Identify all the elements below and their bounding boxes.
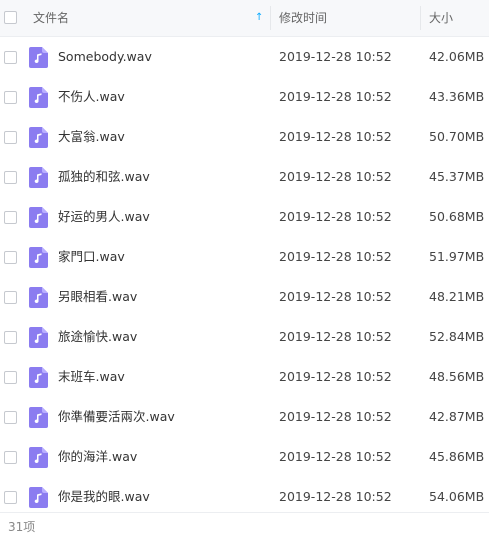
row-checkbox[interactable] xyxy=(4,251,17,264)
file-size: 50.68MB xyxy=(429,209,485,224)
music-file-icon xyxy=(29,287,48,308)
file-modified-time: 2019-12-28 10:52 xyxy=(279,329,392,344)
music-file-icon xyxy=(29,127,48,148)
file-row[interactable]: 家門口.wav 2019-12-28 10:52 51.97MB xyxy=(0,237,489,277)
file-size: 51.97MB xyxy=(429,249,485,264)
file-row[interactable]: 旅途愉快.wav 2019-12-28 10:52 52.84MB xyxy=(0,317,489,357)
file-size: 45.37MB xyxy=(429,169,485,184)
file-name[interactable]: Somebody.wav xyxy=(58,37,152,77)
row-checkbox[interactable] xyxy=(4,171,17,184)
list-header: 文件名 ↑ 修改时间 大小 xyxy=(0,0,489,37)
row-checkbox[interactable] xyxy=(4,371,17,384)
row-checkbox[interactable] xyxy=(4,131,17,144)
music-file-icon xyxy=(29,87,48,108)
file-size: 48.56MB xyxy=(429,369,485,384)
file-modified-time: 2019-12-28 10:52 xyxy=(279,129,392,144)
column-divider[interactable] xyxy=(270,6,271,30)
select-all-checkbox[interactable] xyxy=(4,11,17,24)
file-size: 42.87MB xyxy=(429,409,485,424)
file-modified-time: 2019-12-28 10:52 xyxy=(279,289,392,304)
file-row[interactable]: 你準備要活兩次.wav 2019-12-28 10:52 42.87MB xyxy=(0,397,489,437)
row-checkbox[interactable] xyxy=(4,51,17,64)
file-name[interactable]: 旅途愉快.wav xyxy=(58,317,137,357)
file-row[interactable]: 大富翁.wav 2019-12-28 10:52 50.70MB xyxy=(0,117,489,157)
music-file-icon xyxy=(29,167,48,188)
sort-ascending-icon[interactable]: ↑ xyxy=(255,0,263,36)
file-name[interactable]: 大富翁.wav xyxy=(58,117,125,157)
row-checkbox[interactable] xyxy=(4,451,17,464)
music-file-icon xyxy=(29,447,48,468)
column-divider[interactable] xyxy=(420,6,421,30)
music-file-icon xyxy=(29,47,48,68)
row-checkbox[interactable] xyxy=(4,331,17,344)
column-header-name[interactable]: 文件名 xyxy=(33,0,271,36)
file-modified-time: 2019-12-28 10:52 xyxy=(279,409,392,424)
file-size: 43.36MB xyxy=(429,89,485,104)
file-name[interactable]: 你是我的眼.wav xyxy=(58,477,150,517)
file-row[interactable]: 另眼相看.wav 2019-12-28 10:52 48.21MB xyxy=(0,277,489,317)
file-modified-time: 2019-12-28 10:52 xyxy=(279,49,392,64)
file-modified-time: 2019-12-28 10:52 xyxy=(279,209,392,224)
file-row[interactable]: 不伤人.wav 2019-12-28 10:52 43.36MB xyxy=(0,77,489,117)
file-row[interactable]: Somebody.wav 2019-12-28 10:52 42.06MB xyxy=(0,37,489,77)
file-name[interactable]: 好运的男人.wav xyxy=(58,197,150,237)
file-name[interactable]: 末班车.wav xyxy=(58,357,125,397)
music-file-icon xyxy=(29,327,48,348)
file-modified-time: 2019-12-28 10:52 xyxy=(279,489,392,504)
file-modified-time: 2019-12-28 10:52 xyxy=(279,169,392,184)
file-modified-time: 2019-12-28 10:52 xyxy=(279,89,392,104)
file-row[interactable]: 末班车.wav 2019-12-28 10:52 48.56MB xyxy=(0,357,489,397)
file-list: 文件名 ↑ 修改时间 大小 Somebody.wav 2019-12-28 10:… xyxy=(0,0,489,517)
music-file-icon xyxy=(29,247,48,268)
file-name[interactable]: 另眼相看.wav xyxy=(58,277,137,317)
file-row[interactable]: 好运的男人.wav 2019-12-28 10:52 50.68MB xyxy=(0,197,489,237)
item-count: 31项 xyxy=(8,520,36,534)
file-rows: Somebody.wav 2019-12-28 10:52 42.06MB 不伤人.w… xyxy=(0,37,489,517)
file-name[interactable]: 家門口.wav xyxy=(58,237,125,277)
file-row[interactable]: 你的海洋.wav 2019-12-28 10:52 45.86MB xyxy=(0,437,489,477)
row-checkbox[interactable] xyxy=(4,291,17,304)
music-file-icon xyxy=(29,407,48,428)
music-file-icon xyxy=(29,487,48,508)
file-row[interactable]: 你是我的眼.wav 2019-12-28 10:52 54.06MB xyxy=(0,477,489,517)
footer-divider xyxy=(0,512,489,513)
column-header-size[interactable]: 大小 xyxy=(429,0,489,36)
file-name[interactable]: 你的海洋.wav xyxy=(58,437,137,477)
file-size: 42.06MB xyxy=(429,49,485,64)
music-file-icon xyxy=(29,207,48,228)
row-checkbox[interactable] xyxy=(4,91,17,104)
file-modified-time: 2019-12-28 10:52 xyxy=(279,249,392,264)
row-checkbox[interactable] xyxy=(4,211,17,224)
file-name[interactable]: 你準備要活兩次.wav xyxy=(58,397,175,437)
file-name[interactable]: 孤独的和弦.wav xyxy=(58,157,150,197)
music-file-icon xyxy=(29,367,48,388)
column-header-modified[interactable]: 修改时间 xyxy=(279,0,419,36)
file-size: 48.21MB xyxy=(429,289,485,304)
file-modified-time: 2019-12-28 10:52 xyxy=(279,369,392,384)
file-size: 45.86MB xyxy=(429,449,485,464)
row-checkbox[interactable] xyxy=(4,411,17,424)
file-size: 50.70MB xyxy=(429,129,485,144)
file-name[interactable]: 不伤人.wav xyxy=(58,77,125,117)
file-size: 52.84MB xyxy=(429,329,485,344)
row-checkbox[interactable] xyxy=(4,491,17,504)
file-size: 54.06MB xyxy=(429,489,485,504)
file-modified-time: 2019-12-28 10:52 xyxy=(279,449,392,464)
file-row[interactable]: 孤独的和弦.wav 2019-12-28 10:52 45.37MB xyxy=(0,157,489,197)
